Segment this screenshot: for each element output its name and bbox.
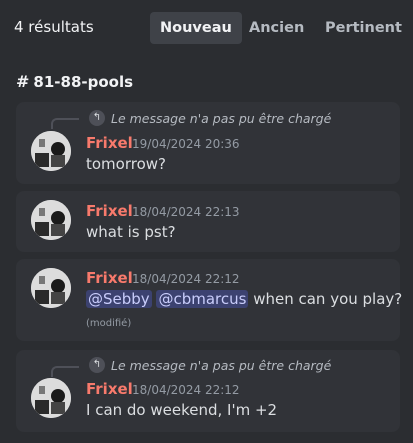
tab-ancien[interactable]: Ancien xyxy=(239,12,314,44)
message-timestamp: 19/04/2024 20:36 xyxy=(132,137,240,151)
search-result-card[interactable]: ↰ Le message n'a pas pu être chargé Frix… xyxy=(16,350,400,432)
results-count: 4 résultats xyxy=(14,18,94,36)
message-text: what is pst? xyxy=(86,223,176,241)
reply-spine xyxy=(51,118,79,129)
avatar[interactable] xyxy=(31,268,71,308)
user-mention[interactable]: @Sebby xyxy=(86,290,152,308)
reply-text: Le message n'a pas pu être chargé xyxy=(111,357,332,373)
reply-text: Le message n'a pas pu être chargé xyxy=(111,110,332,126)
avatar[interactable] xyxy=(31,378,71,418)
search-results-header: 4 résultats Nouveau Ancien Pertinent xyxy=(0,0,413,56)
message-author[interactable]: Frixel xyxy=(86,269,133,287)
avatar-image xyxy=(31,268,71,308)
message-timestamp: 18/04/2024 22:13 xyxy=(132,205,240,219)
message-timestamp: 18/04/2024 22:12 xyxy=(132,272,240,286)
reply-reference[interactable]: ↰ Le message n'a pas pu être chargé xyxy=(89,110,331,126)
message-text-line: @Sebby @cbmarcus when can you play? xyxy=(86,290,402,308)
channel-name: 81-88-pools xyxy=(33,72,134,91)
message-text: I can do weekend, I'm +2 xyxy=(86,401,278,419)
avatar-image xyxy=(31,378,71,418)
message-text: when can you play? xyxy=(253,290,403,308)
edited-indicator: (modifié) xyxy=(86,318,132,329)
search-result-card[interactable]: Frixel 18/04/2024 22:13 what is pst? xyxy=(16,191,400,252)
reply-reference[interactable]: ↰ Le message n'a pas pu être chargé xyxy=(89,357,331,373)
channel-hash-icon: # xyxy=(16,72,30,91)
channel-heading[interactable]: # 81-88-pools xyxy=(16,72,133,91)
user-mention[interactable]: @cbmarcus xyxy=(156,290,249,308)
avatar[interactable] xyxy=(31,200,71,240)
message-text: tomorrow? xyxy=(86,155,166,173)
tab-nouveau[interactable]: Nouveau xyxy=(150,12,242,44)
search-result-card[interactable]: ↰ Le message n'a pas pu être chargé Frix… xyxy=(16,102,400,184)
message-timestamp: 18/04/2024 22:12 xyxy=(132,383,240,397)
reply-spine xyxy=(51,366,79,377)
avatar[interactable] xyxy=(31,131,71,171)
reply-arrow-icon: ↰ xyxy=(89,357,105,373)
tab-pertinent[interactable]: Pertinent xyxy=(315,12,412,44)
avatar-image xyxy=(31,131,71,171)
message-author[interactable]: Frixel xyxy=(86,202,133,220)
message-author[interactable]: Frixel xyxy=(86,380,133,398)
search-result-card[interactable]: Frixel 18/04/2024 22:12 @Sebby @cbmarcus… xyxy=(16,259,402,341)
avatar-image xyxy=(31,200,71,240)
message-author[interactable]: Frixel xyxy=(86,134,133,152)
reply-arrow-icon: ↰ xyxy=(89,110,105,126)
